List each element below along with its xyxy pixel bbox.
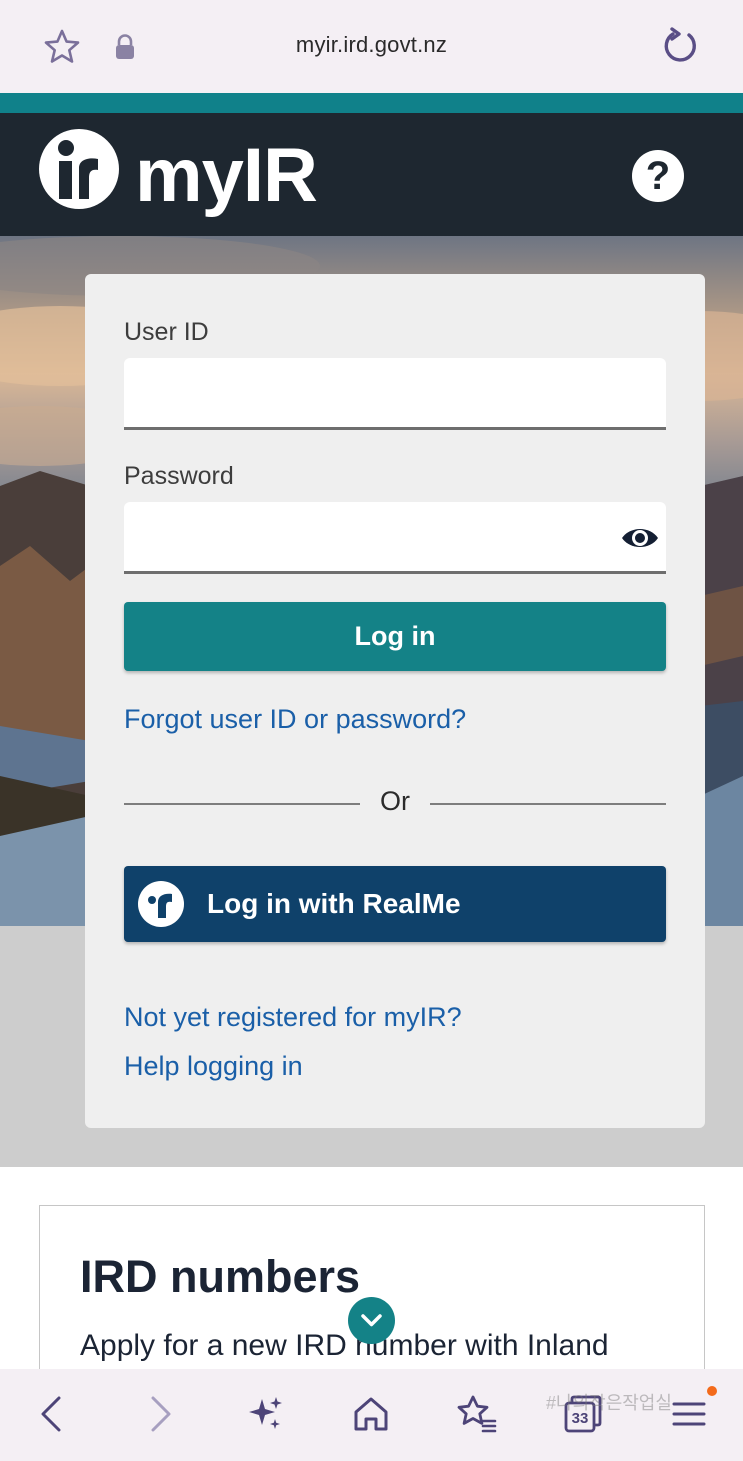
- bookmarks-icon[interactable]: [453, 1391, 499, 1437]
- watermark-text: #나의작은작업실: [546, 1393, 672, 1413]
- divider-line-right: [430, 803, 666, 805]
- address-bar-url[interactable]: myir.ird.govt.nz: [0, 32, 743, 58]
- forgot-credentials-link[interactable]: Forgot user ID or password?: [124, 704, 466, 735]
- notification-dot: [707, 1386, 717, 1396]
- sparkle-icon[interactable]: [242, 1391, 288, 1437]
- browser-bottom-bar: 33 #나의작은작업실: [0, 1369, 743, 1461]
- scroll-down-button[interactable]: [348, 1297, 395, 1344]
- ird-numbers-description: Apply for a new IRD number with Inland: [80, 1329, 609, 1362]
- site-header: myIR ?: [0, 113, 743, 236]
- ird-numbers-card: IRD numbers Apply for a new IRD number w…: [39, 1205, 705, 1385]
- login-card: User ID Password Log in Forgot user ID o…: [85, 274, 705, 1128]
- forward-icon[interactable]: [137, 1391, 183, 1437]
- reload-icon[interactable]: [659, 26, 701, 68]
- user-id-label: User ID: [124, 318, 209, 346]
- help-logging-in-link[interactable]: Help logging in: [124, 1051, 303, 1082]
- realme-button-label: Log in with RealMe: [207, 888, 461, 919]
- realme-logo-icon: [138, 881, 184, 927]
- brand-stripe: [0, 93, 743, 113]
- brand-name: myIR: [135, 133, 318, 218]
- show-password-icon[interactable]: [620, 520, 660, 556]
- ird-numbers-heading: IRD numbers: [80, 1251, 361, 1302]
- help-button[interactable]: ?: [632, 150, 684, 202]
- password-input[interactable]: [124, 502, 666, 574]
- register-link[interactable]: Not yet registered for myIR?: [124, 1002, 462, 1033]
- password-label: Password: [124, 462, 234, 490]
- or-text: Or: [380, 786, 410, 816]
- menu-icon[interactable]: [666, 1391, 712, 1437]
- browser-top-bar: myir.ird.govt.nz: [0, 0, 743, 93]
- home-icon[interactable]: [348, 1391, 394, 1437]
- or-divider: Or: [124, 782, 666, 824]
- ir-logo-icon[interactable]: [38, 128, 120, 210]
- login-button[interactable]: Log in: [124, 602, 666, 671]
- back-icon[interactable]: [29, 1391, 75, 1437]
- chevron-down-icon: [361, 1314, 382, 1327]
- realme-login-button[interactable]: Log in with RealMe: [124, 866, 666, 942]
- user-id-input[interactable]: [124, 358, 666, 430]
